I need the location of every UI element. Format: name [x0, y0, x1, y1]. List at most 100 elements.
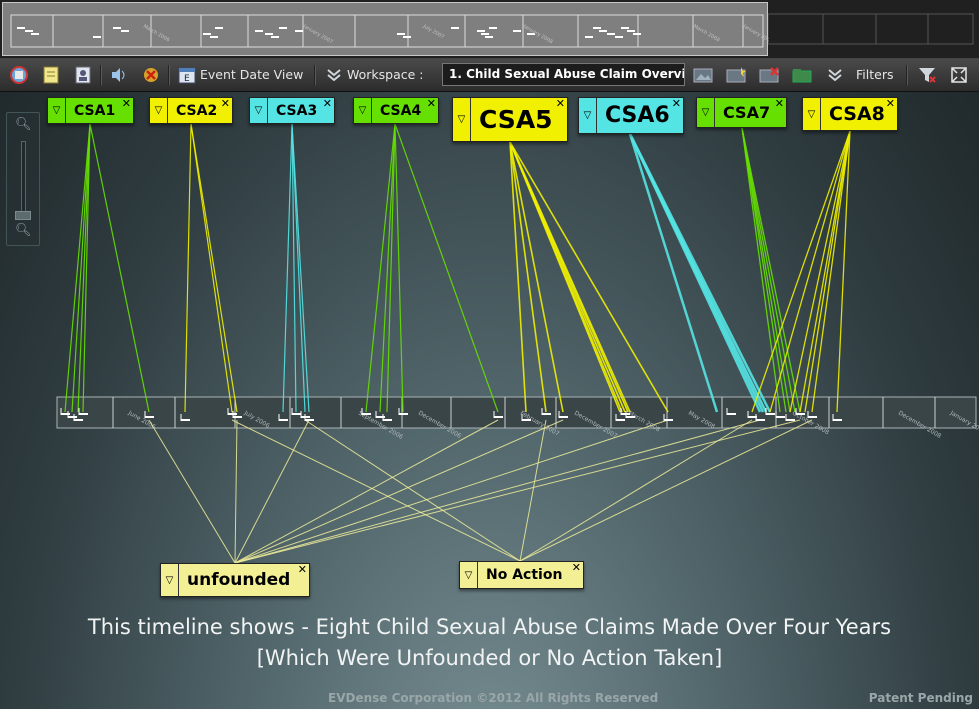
event-marker[interactable] — [727, 413, 736, 415]
event-marker[interactable] — [786, 419, 795, 421]
contact-card-icon[interactable] — [70, 63, 96, 87]
tag-menu-triangle-icon[interactable]: ▽ — [460, 562, 478, 588]
close-icon[interactable]: ✕ — [122, 97, 131, 110]
zoom-slider-thumb[interactable] — [15, 211, 31, 220]
event-marker[interactable] — [833, 419, 842, 421]
tag-menu-triangle-icon[interactable]: ▽ — [697, 98, 715, 127]
tag-label: CSA1 — [74, 102, 116, 119]
overview-event-marker — [627, 30, 635, 32]
event-marker[interactable] — [776, 416, 785, 418]
filter-icon[interactable] — [914, 63, 940, 87]
toolbar-separator — [168, 65, 170, 85]
timeline-strip[interactable]: June 2006 July 2006 September 2006 December… — [56, 396, 979, 441]
tag-csa5[interactable]: ▽ CSA5 ✕ — [452, 97, 568, 142]
event-marker[interactable] — [766, 413, 775, 415]
tag-csa4[interactable]: ▽ CSA4 ✕ — [353, 97, 439, 124]
tag-menu-triangle-icon[interactable]: ▽ — [150, 98, 168, 123]
overview-event-marker — [17, 27, 25, 29]
event-date-view-button[interactable]: Event Date View — [200, 67, 303, 82]
unfounded-connection-line — [234, 419, 761, 564]
close-icon[interactable]: ✕ — [886, 97, 895, 110]
close-icon[interactable]: ✕ — [427, 97, 436, 110]
timeline-overview[interactable]: March 2006 January 2007 July 2007 January 2… — [0, 0, 979, 59]
overview-viewport-window[interactable]: March 2006 January 2007 July 2007 January 2… — [2, 2, 774, 56]
tag-connection-lines — [64, 123, 851, 564]
event-marker[interactable] — [399, 413, 408, 415]
no-action-connection-line — [231, 419, 521, 562]
tag-menu-triangle-icon[interactable]: ▽ — [250, 98, 268, 123]
close-icon[interactable]: ✕ — [572, 561, 581, 574]
unfounded-connection-line — [234, 419, 564, 564]
close-icon[interactable]: ✕ — [556, 97, 565, 110]
event-marker[interactable] — [279, 419, 288, 421]
tag-no-action[interactable]: ▽ No Action ✕ — [459, 561, 584, 589]
event-marker[interactable] — [616, 419, 625, 421]
tag-menu-triangle-icon[interactable]: ▽ — [354, 98, 372, 123]
tag-menu-triangle-icon[interactable]: ▽ — [48, 98, 66, 123]
overview-event-marker — [481, 33, 489, 35]
close-icon[interactable]: ✕ — [672, 97, 681, 110]
csa8-connection-line — [811, 130, 851, 413]
csa2-connection-line — [184, 123, 192, 413]
event-marker[interactable] — [233, 416, 242, 418]
event-marker[interactable] — [376, 416, 385, 418]
event-marker[interactable] — [145, 416, 154, 418]
workspace-select[interactable]: 1. Child Sexual Abuse Claim Overview — [442, 63, 685, 86]
remove-image-icon[interactable] — [756, 63, 782, 87]
tag-csa8[interactable]: ▽ CSA8 ✕ — [802, 97, 898, 131]
fullscreen-icon[interactable] — [946, 63, 972, 87]
chevron-down-icon[interactable] — [321, 63, 347, 87]
event-marker[interactable] — [494, 416, 503, 418]
event-marker[interactable] — [542, 413, 551, 415]
overview-outside-range — [768, 13, 974, 45]
calendar-icon[interactable]: E — [174, 63, 200, 87]
folder-icon[interactable] — [789, 63, 815, 87]
tag-csa3[interactable]: ▽ CSA3 ✕ — [249, 97, 335, 124]
tag-csa2[interactable]: ▽ CSA2 ✕ — [149, 97, 233, 124]
tag-menu-triangle-icon[interactable]: ▽ — [579, 98, 597, 133]
tag-csa1[interactable]: ▽ CSA1 ✕ — [47, 97, 134, 124]
event-marker[interactable] — [68, 416, 77, 418]
zoom-in-icon[interactable]: 🔍︎ — [15, 117, 32, 132]
close-icon[interactable]: ✕ — [298, 563, 307, 576]
close-icon[interactable]: ✕ — [221, 97, 230, 110]
event-marker[interactable] — [305, 419, 314, 421]
new-image-icon[interactable] — [723, 63, 749, 87]
filters-button[interactable]: Filters — [856, 67, 893, 82]
tag-menu-triangle-icon[interactable]: ▽ — [161, 564, 179, 596]
chevron-down-icon[interactable] — [822, 63, 848, 87]
tag-csa7[interactable]: ▽ CSA7 ✕ — [696, 97, 787, 128]
close-icon[interactable]: ✕ — [323, 97, 332, 110]
image-icon[interactable] — [690, 63, 716, 87]
event-marker[interactable] — [292, 413, 301, 415]
zoom-slider-track[interactable] — [21, 141, 26, 219]
event-marker[interactable] — [756, 419, 765, 421]
overview-month-label: January 2008 — [521, 23, 554, 45]
app-icon[interactable] — [6, 63, 32, 87]
event-marker[interactable] — [522, 419, 531, 421]
notes-icon[interactable] — [38, 63, 64, 87]
event-marker[interactable] — [74, 419, 83, 421]
event-marker[interactable] — [808, 416, 817, 418]
event-marker[interactable] — [664, 419, 673, 421]
tag-menu-triangle-icon[interactable]: ▽ — [803, 98, 821, 130]
event-marker[interactable] — [383, 419, 392, 421]
delete-icon[interactable] — [138, 63, 164, 87]
tag-csa6[interactable]: ▽ CSA6 ✕ — [578, 97, 684, 134]
overview-event-marker — [403, 36, 411, 38]
event-marker[interactable] — [362, 413, 371, 415]
event-marker[interactable] — [79, 413, 88, 415]
zoom-out-icon[interactable]: 🔍︎ — [15, 223, 32, 238]
event-marker[interactable] — [559, 416, 568, 418]
close-icon[interactable]: ✕ — [775, 97, 784, 110]
tag-label: CSA8 — [829, 103, 885, 125]
overview-event-marker — [265, 33, 273, 35]
audio-icon[interactable] — [106, 63, 132, 87]
tag-unfounded[interactable]: ▽ unfounded ✕ — [160, 563, 310, 597]
tag-menu-triangle-icon[interactable]: ▽ — [453, 98, 471, 141]
event-marker[interactable] — [61, 413, 70, 415]
overview-event-marker — [593, 27, 601, 29]
event-marker[interactable] — [626, 416, 635, 418]
event-marker[interactable] — [181, 419, 190, 421]
event-marker[interactable] — [796, 413, 805, 415]
